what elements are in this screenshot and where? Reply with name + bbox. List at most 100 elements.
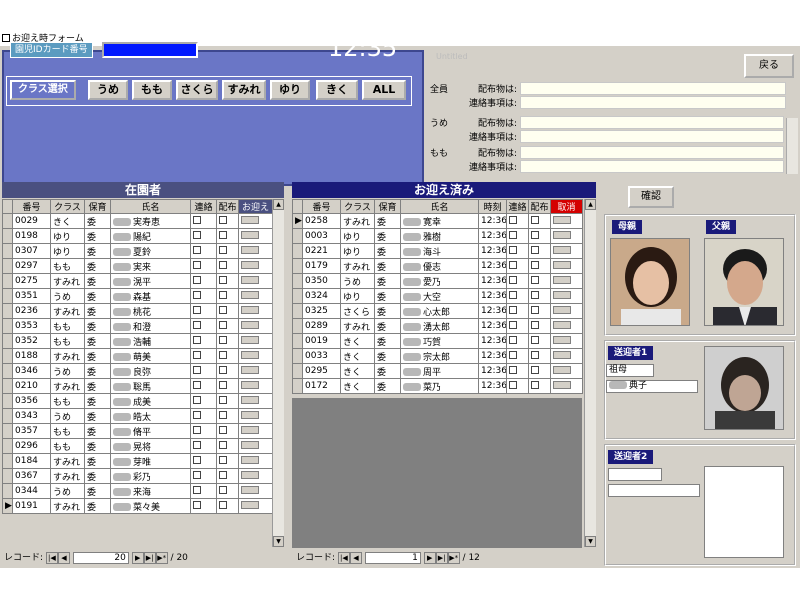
col-pickup[interactable]: お迎え (238, 199, 273, 214)
contact-checkbox[interactable] (506, 258, 529, 274)
checkbox-icon[interactable] (219, 410, 227, 419)
col-cancel[interactable]: 取消 (550, 199, 583, 214)
row-selector[interactable] (2, 408, 13, 424)
checkbox-icon[interactable] (531, 245, 539, 254)
table-row[interactable]: 0198 ゆり委 陽紀 (2, 228, 273, 244)
col-number[interactable]: 番号 (302, 199, 341, 214)
class-button-yuri[interactable]: ゆり (270, 80, 310, 100)
dist-checkbox[interactable] (528, 318, 551, 334)
picked-scrollbar[interactable]: ▲ ▼ (584, 199, 596, 547)
checkbox-icon[interactable] (509, 335, 517, 344)
table-row[interactable]: 0029 きく委 実寿恵 (2, 213, 273, 229)
row-selector[interactable] (2, 393, 13, 409)
checkbox-icon[interactable] (531, 365, 539, 374)
dist-checkbox[interactable] (216, 438, 239, 454)
contact-checkbox[interactable] (190, 288, 217, 304)
scroll-down-icon[interactable]: ▼ (585, 536, 596, 547)
cancel-button-cell[interactable] (550, 318, 583, 334)
cancel-button-cell[interactable] (550, 333, 583, 349)
checkbox-icon[interactable] (531, 350, 539, 359)
checkbox-icon[interactable] (531, 380, 539, 389)
col-name[interactable]: 氏名 (110, 199, 191, 214)
pickup-button-cell[interactable] (238, 333, 273, 349)
cancel-button-cell[interactable] (550, 243, 583, 259)
dist-checkbox[interactable] (216, 273, 239, 289)
checkbox-icon[interactable] (219, 230, 227, 239)
dist-checkbox[interactable] (528, 378, 551, 394)
pickup-button-cell[interactable] (238, 468, 273, 484)
checkbox-icon[interactable] (219, 290, 227, 299)
row-action-button[interactable] (241, 260, 259, 269)
pickup-button-cell[interactable] (238, 423, 273, 439)
escort2-name-field[interactable] (608, 484, 700, 497)
row-selector[interactable] (292, 378, 303, 394)
row-selector[interactable] (2, 348, 13, 364)
contact-checkbox[interactable] (506, 318, 529, 334)
row-selector[interactable] (2, 363, 13, 379)
contact-checkbox[interactable] (190, 243, 217, 259)
checkbox-icon[interactable] (509, 320, 517, 329)
contact-checkbox[interactable] (190, 348, 217, 364)
table-row[interactable]: 0184 すみれ委 芽唯 (2, 453, 273, 469)
row-action-button[interactable] (241, 320, 259, 329)
pickup-button-cell[interactable] (238, 378, 273, 394)
row-selector[interactable] (292, 243, 303, 259)
col-care[interactable]: 保育 (374, 199, 401, 214)
table-row[interactable]: 0236 すみれ委 桃花 (2, 303, 273, 319)
contact-checkbox[interactable] (190, 408, 217, 424)
col-dist[interactable]: 配布 (528, 199, 551, 214)
table-row[interactable]: 0019 きく委 巧賀 12:36 (292, 333, 583, 349)
checkbox-icon[interactable] (219, 245, 227, 254)
contact-checkbox[interactable] (190, 228, 217, 244)
cancel-button-cell[interactable] (550, 378, 583, 394)
contact-checkbox[interactable] (190, 468, 217, 484)
dist-checkbox[interactable] (216, 213, 239, 229)
class-button-ume[interactable]: うめ (88, 80, 128, 100)
row-selector[interactable] (2, 438, 13, 454)
pickup-button-cell[interactable] (238, 243, 273, 259)
checkbox-icon[interactable] (219, 275, 227, 284)
row-selector[interactable] (2, 453, 13, 469)
row-action-button[interactable] (241, 380, 259, 389)
pickup-button-cell[interactable] (238, 453, 273, 469)
pickup-button-cell[interactable] (238, 498, 273, 514)
dist-checkbox[interactable] (528, 228, 551, 244)
row-action-button[interactable] (553, 230, 571, 239)
row-selector[interactable] (2, 228, 13, 244)
checkbox-icon[interactable] (509, 380, 517, 389)
notice-dist-field[interactable] (520, 146, 784, 159)
cancel-button-cell[interactable] (550, 288, 583, 304)
row-action-button[interactable] (241, 485, 259, 494)
checkbox-icon[interactable] (219, 455, 227, 464)
table-row[interactable]: 0344 うめ委 来海 (2, 483, 273, 499)
table-row[interactable]: 0296 もも委 晃将 (2, 438, 273, 454)
checkbox-icon[interactable] (531, 320, 539, 329)
last-record-icon[interactable]: ▶| (435, 551, 448, 564)
checkbox-icon[interactable] (219, 260, 227, 269)
checkbox-icon[interactable] (531, 275, 539, 284)
checkbox-icon[interactable] (193, 425, 201, 434)
table-row[interactable]: 0033 きく委 宗太郎 12:36 (292, 348, 583, 364)
checkbox-icon[interactable] (509, 350, 517, 359)
row-selector[interactable] (2, 288, 13, 304)
dist-checkbox[interactable] (216, 483, 239, 499)
col-number[interactable]: 番号 (12, 199, 51, 214)
checkbox-icon[interactable] (193, 260, 201, 269)
contact-checkbox[interactable] (506, 348, 529, 364)
col-name[interactable]: 氏名 (400, 199, 479, 214)
row-selector[interactable] (292, 258, 303, 274)
present-scrollbar[interactable]: ▲ ▼ (272, 199, 284, 547)
contact-checkbox[interactable] (190, 258, 217, 274)
scroll-up-icon[interactable]: ▲ (585, 199, 596, 210)
dist-checkbox[interactable] (216, 453, 239, 469)
row-action-button[interactable] (241, 395, 259, 404)
escort1-relation-field[interactable]: 祖母 (606, 364, 654, 377)
pickup-button-cell[interactable] (238, 258, 273, 274)
row-action-button[interactable] (241, 500, 259, 509)
checkbox-icon[interactable] (219, 425, 227, 434)
row-selector[interactable] (2, 273, 13, 289)
dist-checkbox[interactable] (528, 273, 551, 289)
col-dist[interactable]: 配布 (216, 199, 239, 214)
checkbox-icon[interactable] (193, 485, 201, 494)
checkbox-icon[interactable] (193, 350, 201, 359)
